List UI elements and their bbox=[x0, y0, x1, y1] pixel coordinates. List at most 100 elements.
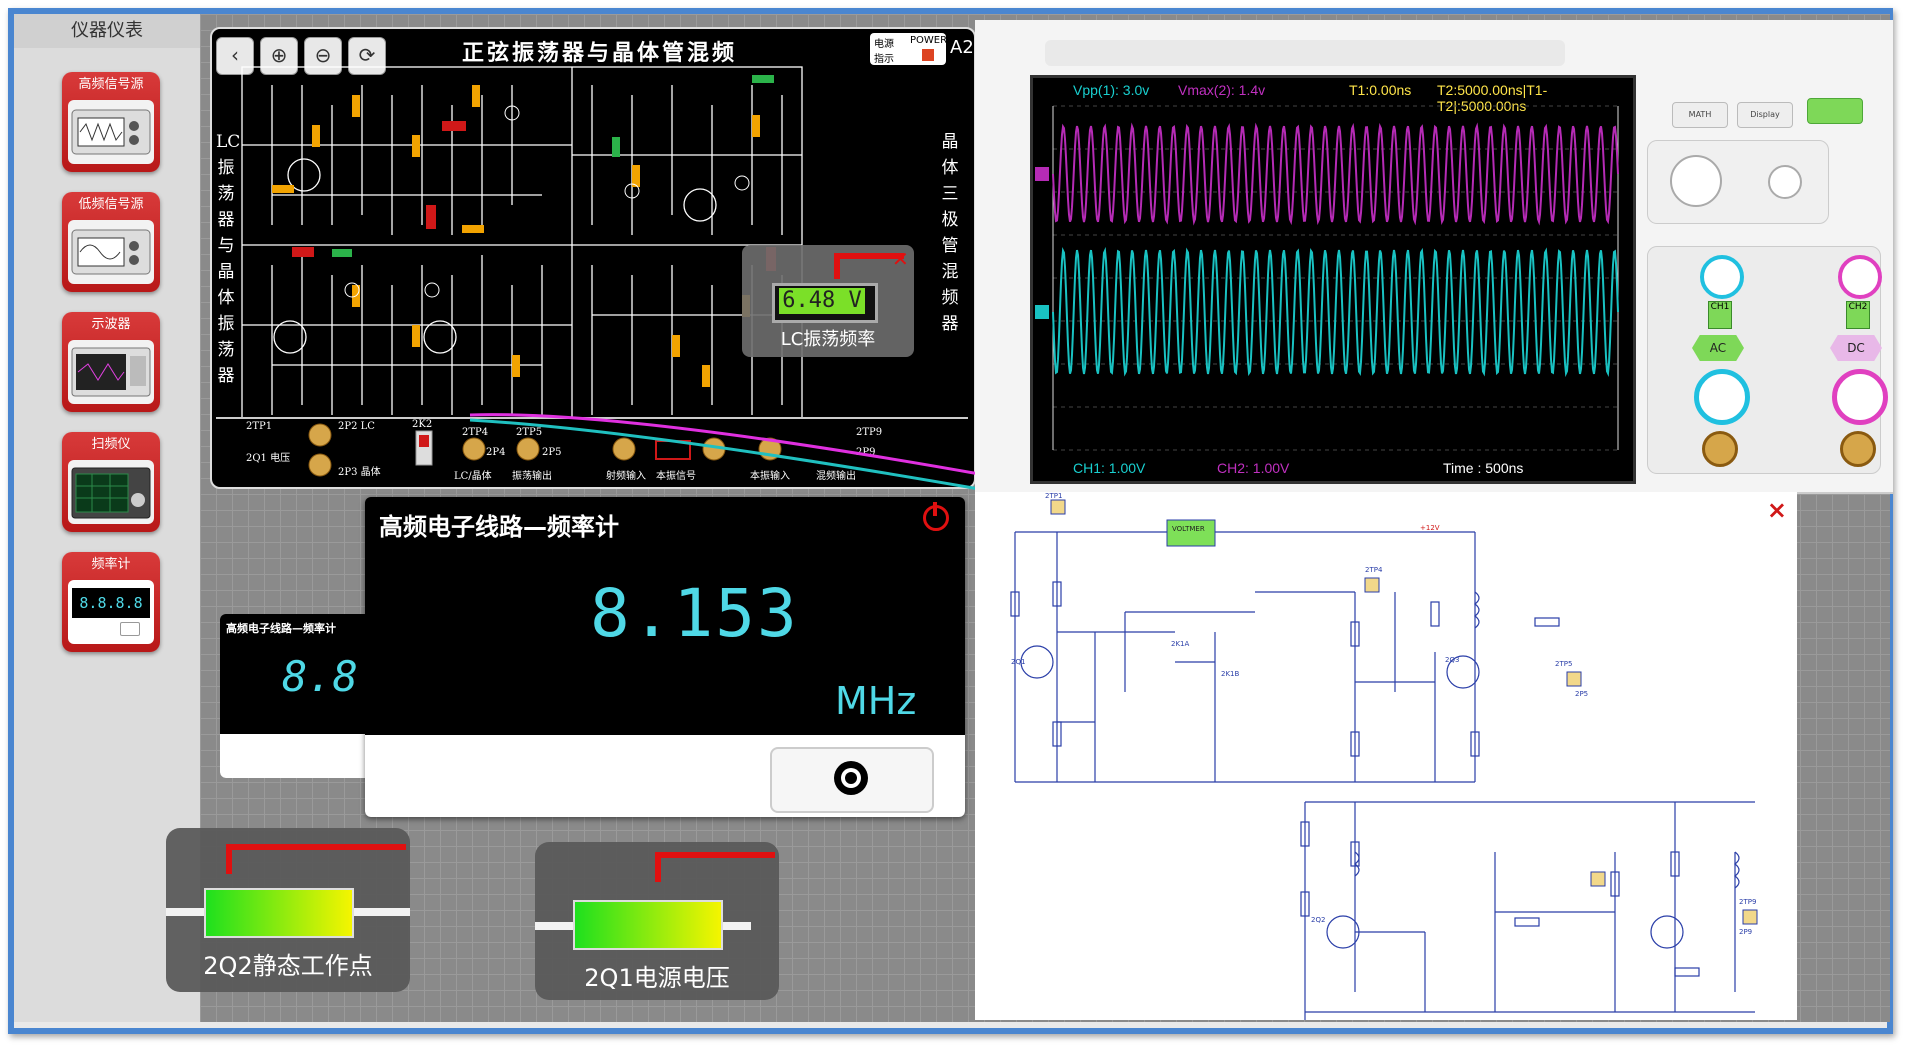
rail-label: 2K2 bbox=[412, 419, 433, 430]
horizontal-controls bbox=[1647, 140, 1829, 224]
mini-counter-digits: 8.8.8.8 bbox=[72, 588, 150, 618]
frequency-counter-small[interactable]: 高频电子线路—频率计 8.8. bbox=[220, 614, 380, 778]
voltmeter-value: 6.48 V bbox=[779, 288, 865, 314]
ch2-button[interactable]: CH2 bbox=[1846, 301, 1870, 329]
oscilloscope-icon bbox=[68, 340, 154, 404]
probe-2q1-supply-voltage[interactable]: 2Q1电源电压 bbox=[535, 842, 779, 1000]
rail-label: 2TP4 bbox=[462, 427, 489, 438]
schematic-label: 2TP9 bbox=[1739, 898, 1757, 906]
probe-wire bbox=[226, 844, 232, 874]
instrument-label: 扫频仪 bbox=[91, 437, 131, 452]
counter-footer bbox=[365, 735, 965, 817]
rail-label: 2TP9 bbox=[856, 427, 883, 438]
lc-oscillator-vertical-label: LC振荡器与晶体振荡器 bbox=[216, 132, 241, 386]
display-button[interactable]: Display bbox=[1737, 102, 1793, 128]
resistor-meter-icon bbox=[573, 900, 723, 950]
ch1-coupling-button[interactable]: AC bbox=[1692, 335, 1744, 361]
scope-top-bar bbox=[1045, 40, 1565, 66]
schematic-label: 2TP1 bbox=[1045, 492, 1063, 500]
small-counter-title: 高频电子线路—频率计 bbox=[226, 622, 336, 635]
instrument-sweep-generator[interactable]: 扫频仪 bbox=[62, 432, 160, 532]
run-stop-button[interactable] bbox=[1807, 98, 1863, 124]
schematic-label: 2K1B bbox=[1221, 670, 1240, 678]
ch1-position-knob[interactable] bbox=[1700, 255, 1744, 299]
rail-label: 2TP5 bbox=[516, 427, 543, 438]
oscilloscope-screen: Vpp(1): 3.0v Vmax(2): 1.4v T1:0.00ns T2:… bbox=[1030, 75, 1636, 484]
circuit-board: ‹ ⊕ ⊖ ⟳ 正弦振荡器与晶体管混频 电源 指示 POWER A2 LC振荡器… bbox=[210, 27, 976, 489]
frequency-counter-icon: 8.8.8.8 bbox=[68, 580, 154, 644]
instrument-label: 低频信号源 bbox=[78, 197, 144, 212]
voltmeter-overlay[interactable]: ✕ 6.48 V LC振荡频率 bbox=[742, 245, 914, 357]
probe-label: 2Q2静态工作点 bbox=[203, 952, 373, 980]
rail-label: 2P2 LC bbox=[338, 421, 375, 432]
power-tag: POWER bbox=[910, 35, 948, 46]
power-icon[interactable] bbox=[923, 502, 949, 531]
mixer-vertical-label: 晶体三极管混频器 bbox=[941, 132, 959, 334]
scope-waveforms bbox=[1035, 105, 1619, 451]
ch1-bnc-connector[interactable] bbox=[1702, 431, 1738, 467]
rail-label: 2P3 晶体 bbox=[338, 467, 381, 478]
ch2-bnc-connector[interactable] bbox=[1840, 431, 1876, 467]
horizontal-position-knob[interactable] bbox=[1670, 155, 1722, 207]
ch2-marker bbox=[1035, 167, 1049, 181]
ch2-coupling-button[interactable]: DC bbox=[1830, 335, 1882, 361]
probe-wire bbox=[655, 852, 775, 858]
power-led-icon bbox=[922, 49, 934, 61]
schematic-label: +12V bbox=[1420, 524, 1440, 532]
instrument-lf-signal-source[interactable]: 低频信号源 bbox=[62, 192, 160, 292]
ch2-position-knob[interactable] bbox=[1838, 255, 1882, 299]
schematic-label: 2Q1 bbox=[1011, 658, 1026, 666]
rail-label: 振荡输出 bbox=[512, 471, 552, 482]
small-counter-footer bbox=[220, 734, 380, 778]
schematic-label: 2P9 bbox=[1739, 928, 1753, 936]
schematic-drawing bbox=[1010, 499, 1758, 1020]
counter-value: 8.153 bbox=[590, 575, 799, 652]
counter-title: 高频电子线路—频率计 bbox=[379, 513, 619, 541]
schematic-label: 2TP4 bbox=[1365, 566, 1383, 574]
instrument-hf-signal-source[interactable]: 高频信号源 bbox=[62, 72, 160, 172]
power-label: 电源 指示 bbox=[874, 39, 894, 65]
probe-wire bbox=[655, 852, 661, 882]
ch1-button[interactable]: CH1 bbox=[1708, 301, 1732, 329]
board-connector-rail: 2TP1 2Q1 电压 2P2 LC 2P3 晶体 2K2 2TP4 2P4 2… bbox=[216, 417, 968, 483]
instrument-label: 频率计 bbox=[91, 557, 131, 572]
power-indicator: 电源 指示 POWER bbox=[870, 33, 948, 65]
scope-ch1-scale: CH1: 1.00V bbox=[1073, 460, 1146, 476]
board-slot-label: A2 bbox=[950, 37, 974, 58]
schematic-window: × VOLTMER 2TP1 +12V 2Q1 2Q2 2Q3 2K1A 2K1… bbox=[975, 492, 1797, 1020]
rail-label: 2P4 bbox=[486, 447, 506, 458]
mini-counter-button bbox=[120, 622, 140, 636]
counter-input-button[interactable] bbox=[770, 747, 934, 813]
ch2-scale-knob[interactable] bbox=[1832, 369, 1888, 425]
voltmeter-label: LC振荡频率 bbox=[780, 329, 876, 350]
rail-label: 2Q1 电压 bbox=[246, 453, 291, 464]
instrument-label: 示波器 bbox=[91, 317, 131, 332]
schematic-label: 2TP5 bbox=[1555, 660, 1573, 668]
sweep-generator-icon bbox=[68, 460, 154, 524]
rail-label: LC/晶体 bbox=[454, 471, 492, 482]
horizontal-scale-knob[interactable] bbox=[1768, 165, 1802, 199]
ch1-waveform bbox=[1052, 246, 1619, 378]
schematic-label: VOLTMER bbox=[1172, 525, 1205, 533]
probe-2q2-bias-point[interactable]: 2Q2静态工作点 bbox=[166, 828, 410, 992]
ch1-scale-knob[interactable] bbox=[1694, 369, 1750, 425]
vertical-controls: CH1 AC CH2 DC bbox=[1647, 246, 1888, 474]
hf-signal-source-icon bbox=[68, 100, 154, 164]
resistor-meter-icon bbox=[204, 888, 354, 938]
math-button[interactable]: MATH bbox=[1672, 102, 1728, 128]
frequency-counter[interactable]: 高频电子线路—频率计 8.153 MHz bbox=[365, 497, 965, 817]
ch1-marker bbox=[1035, 305, 1049, 319]
probe-wire bbox=[226, 844, 406, 850]
schematic-label: 2Q2 bbox=[1311, 916, 1326, 924]
close-probe-icon[interactable]: ✕ bbox=[892, 247, 909, 271]
board-title: 正弦振荡器与晶体管混频 bbox=[462, 40, 738, 66]
instrument-label: 高频信号源 bbox=[78, 77, 144, 92]
probe-wire bbox=[834, 253, 840, 279]
schematic-label: 2K1A bbox=[1171, 640, 1190, 648]
probe-label: 2Q1电源电压 bbox=[584, 964, 730, 992]
instrument-frequency-counter[interactable]: 频率计 8.8.8.8 bbox=[62, 552, 160, 652]
voltmeter-display: 6.48 V bbox=[772, 283, 878, 323]
ch2-waveform bbox=[1052, 122, 1619, 226]
scope-time-scale: Time : 500ns bbox=[1443, 460, 1524, 476]
instrument-oscilloscope[interactable]: 示波器 bbox=[62, 312, 160, 412]
